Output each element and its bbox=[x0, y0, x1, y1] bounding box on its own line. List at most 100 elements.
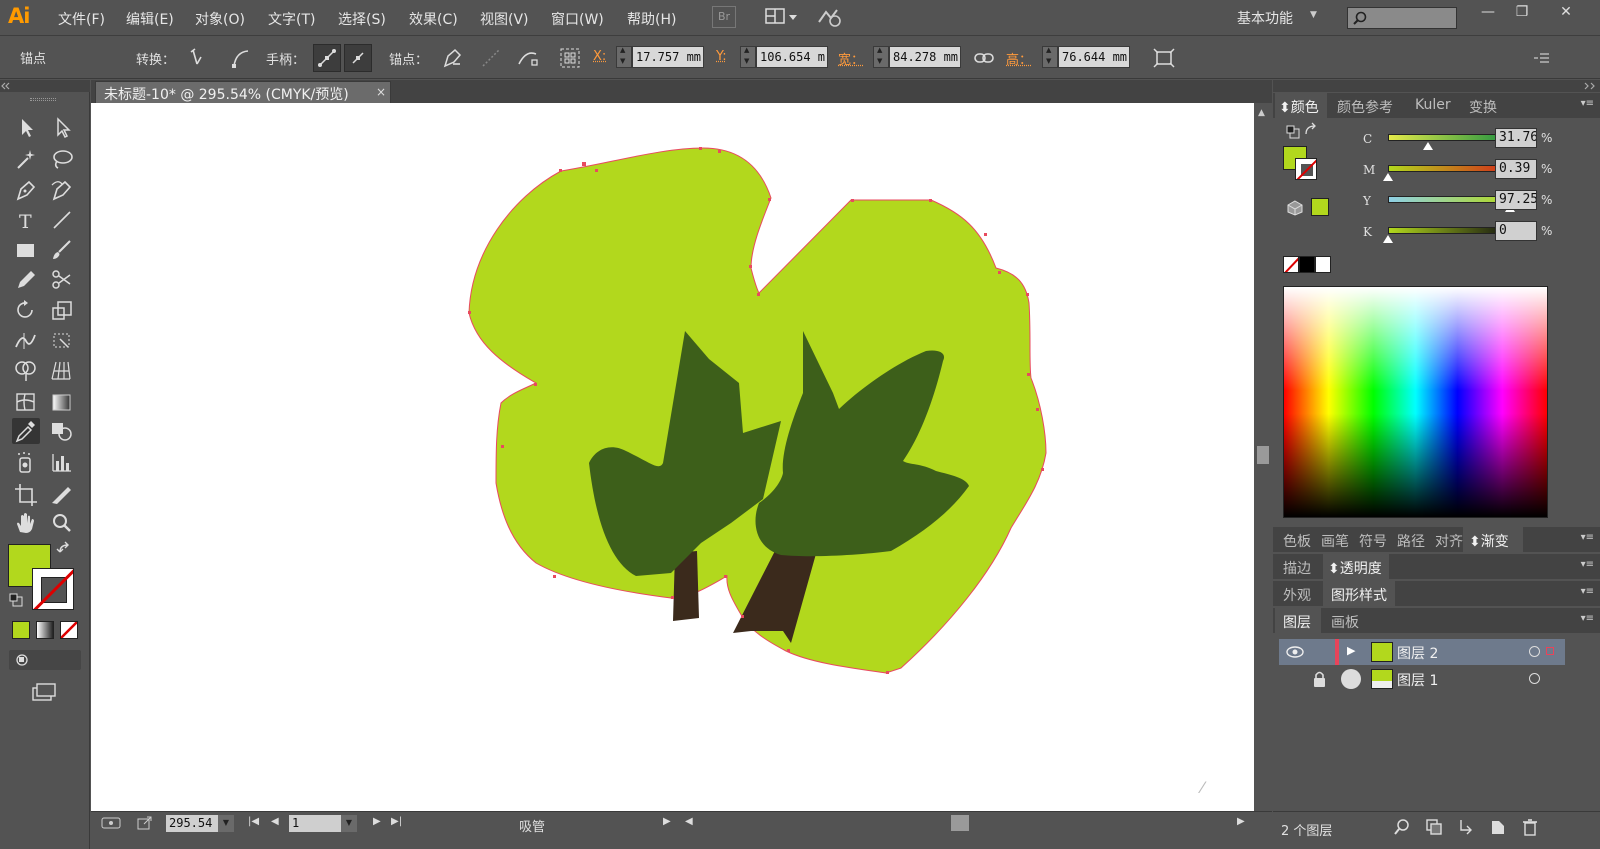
layer-target-icon[interactable] bbox=[1529, 673, 1540, 684]
type-tool-icon[interactable]: T bbox=[12, 207, 40, 233]
first-artboard-icon[interactable]: |◀ bbox=[248, 816, 259, 827]
hand-tool-icon[interactable] bbox=[12, 510, 40, 536]
tab-pathfinder[interactable]: 路径 bbox=[1397, 531, 1425, 551]
tab-swatches[interactable]: 色板 bbox=[1283, 531, 1311, 551]
horizontal-scrollbar[interactable]: ◀ ▶ bbox=[681, 815, 1251, 831]
show-handles-icon[interactable] bbox=[313, 44, 341, 72]
eyedropper-tool-icon[interactable] bbox=[12, 418, 40, 444]
default-fill-stroke-icon[interactable] bbox=[8, 592, 24, 608]
none-swatch[interactable] bbox=[1283, 256, 1299, 273]
selection-indicator-icon[interactable] bbox=[1546, 647, 1554, 655]
dock-collapse-strip[interactable] bbox=[1273, 80, 1600, 92]
y-stepper[interactable] bbox=[740, 46, 756, 68]
white-swatch[interactable] bbox=[1315, 256, 1331, 273]
gpu-performance-icon[interactable] bbox=[816, 6, 842, 28]
gradient-tool-icon[interactable] bbox=[48, 389, 76, 415]
constrain-proportions-icon[interactable] bbox=[972, 46, 996, 70]
tab-graphic-styles[interactable]: 图形样式 bbox=[1331, 585, 1387, 605]
y-position-field[interactable]: 106.654 m bbox=[740, 46, 828, 68]
perspective-grid-tool-icon[interactable] bbox=[48, 357, 76, 383]
lasso-tool-icon[interactable] bbox=[48, 146, 76, 172]
scroll-left-icon[interactable]: ◀ bbox=[685, 816, 693, 827]
make-clipping-mask-icon[interactable] bbox=[1425, 818, 1443, 836]
status-menu-arrow-icon[interactable]: ▶ bbox=[663, 816, 671, 827]
menu-file[interactable]: 文件(F) bbox=[58, 9, 105, 29]
next-artboard-icon[interactable]: ▶ bbox=[373, 816, 381, 827]
cyan-slider-thumb[interactable] bbox=[1422, 142, 1433, 150]
swap-fill-stroke-icon[interactable] bbox=[56, 540, 76, 558]
shape-builder-tool-icon[interactable] bbox=[12, 357, 40, 383]
menu-object[interactable]: 对象(O) bbox=[195, 9, 245, 29]
height-stepper[interactable] bbox=[1042, 46, 1058, 68]
cut-path-at-anchor-icon[interactable] bbox=[516, 46, 540, 70]
x-label[interactable]: X: bbox=[593, 49, 606, 64]
none-mode-icon[interactable] bbox=[60, 621, 78, 639]
minimize-button[interactable]: — bbox=[1474, 4, 1502, 24]
layers-panel-menu-icon[interactable]: ▾≡ bbox=[1581, 613, 1594, 624]
menu-effect[interactable]: 效果(C) bbox=[409, 9, 458, 29]
tab-kuler[interactable]: Kuler bbox=[1415, 97, 1451, 113]
layer-name[interactable]: 图层 2 bbox=[1397, 643, 1438, 663]
yellow-input[interactable]: 97.25 bbox=[1495, 190, 1537, 210]
pencil-tool-icon[interactable] bbox=[12, 266, 40, 292]
scissors-tool-icon[interactable] bbox=[48, 266, 76, 292]
help-search-input[interactable] bbox=[1347, 7, 1457, 29]
mesh-tool-icon[interactable] bbox=[12, 389, 40, 415]
tab-artboards[interactable]: 画板 bbox=[1331, 612, 1359, 632]
y-input[interactable]: 106.654 m bbox=[756, 46, 828, 68]
black-input[interactable]: 0 bbox=[1495, 221, 1537, 241]
convert-to-smooth-icon[interactable] bbox=[228, 46, 252, 70]
artwork[interactable]: ⁄ bbox=[91, 103, 1254, 811]
tab-brushes[interactable]: 画笔 bbox=[1321, 531, 1349, 551]
hide-handles-icon[interactable] bbox=[344, 44, 372, 72]
visibility-eye-icon[interactable] bbox=[1285, 644, 1305, 660]
drawing-modes-icon[interactable] bbox=[9, 650, 81, 670]
color-panel-menu-icon[interactable]: ▾≡ bbox=[1581, 98, 1594, 109]
appearance-panel-menu-icon[interactable]: ▾≡ bbox=[1581, 586, 1594, 597]
layer-row-2[interactable]: ▶ 图层 2 bbox=[1279, 639, 1565, 665]
stroke-panel-menu-icon[interactable]: ▾≡ bbox=[1581, 559, 1594, 570]
tab-layers[interactable]: 图层 bbox=[1283, 612, 1311, 632]
line-segment-tool-icon[interactable] bbox=[48, 207, 76, 233]
close-window-button[interactable]: ✕ bbox=[1552, 4, 1580, 24]
scroll-up-icon[interactable]: ▲ bbox=[1258, 108, 1265, 118]
column-graph-tool-icon[interactable] bbox=[48, 449, 76, 475]
menu-edit[interactable]: 编辑(E) bbox=[126, 9, 174, 29]
rectangle-tool-icon[interactable] bbox=[12, 237, 40, 263]
tab-color-guide[interactable]: 颜色参考 bbox=[1337, 97, 1393, 117]
curvature-tool-icon[interactable] bbox=[48, 177, 76, 203]
layer-name[interactable]: 图层 1 bbox=[1397, 670, 1438, 690]
horizontal-scroll-thumb[interactable] bbox=[951, 815, 969, 831]
symbol-sprayer-tool-icon[interactable] bbox=[12, 449, 40, 475]
artboard-canvas[interactable]: ⁄ bbox=[91, 103, 1254, 811]
stroke-color-swatch[interactable] bbox=[32, 568, 74, 610]
tools-grip[interactable] bbox=[30, 98, 56, 101]
remove-anchor-icon[interactable] bbox=[440, 46, 464, 70]
zoom-level-field[interactable]: 295.54 bbox=[166, 815, 218, 832]
rotate-tool-icon[interactable] bbox=[12, 297, 40, 323]
tab-stroke[interactable]: 描边 bbox=[1283, 558, 1311, 578]
height-label[interactable]: 高： bbox=[1006, 49, 1032, 68]
blend-tool-icon[interactable] bbox=[48, 418, 76, 444]
screen-mode-icon[interactable] bbox=[28, 680, 58, 704]
magenta-slider-thumb[interactable] bbox=[1383, 173, 1394, 181]
isolate-selection-icon[interactable] bbox=[558, 46, 582, 70]
bridge-button[interactable]: Br bbox=[712, 6, 736, 28]
layer-template-icon[interactable] bbox=[1341, 669, 1361, 689]
restore-button[interactable]: ❐ bbox=[1508, 4, 1536, 24]
tab-appearance[interactable]: 外观 bbox=[1283, 585, 1311, 605]
tab-gradient[interactable]: ⬍渐变 bbox=[1469, 531, 1509, 551]
color-mode-icon[interactable] bbox=[12, 621, 30, 639]
new-sublayer-icon[interactable] bbox=[1457, 818, 1475, 836]
width-tool-icon[interactable] bbox=[12, 327, 40, 353]
share-icon[interactable] bbox=[135, 814, 155, 832]
connect-anchors-icon[interactable] bbox=[479, 46, 503, 70]
width-label[interactable]: 宽： bbox=[838, 49, 864, 68]
vertical-scroll-thumb[interactable] bbox=[1257, 446, 1269, 464]
swatches-panel-menu-icon[interactable]: ▾≡ bbox=[1581, 532, 1594, 543]
workspace-switcher[interactable]: 基本功能 bbox=[1237, 8, 1293, 28]
paintbrush-tool-icon[interactable] bbox=[48, 237, 76, 263]
height-field[interactable]: 76.644 mm bbox=[1042, 46, 1130, 68]
transform-icon[interactable] bbox=[1152, 46, 1176, 70]
slice-tool-icon[interactable] bbox=[48, 481, 76, 507]
